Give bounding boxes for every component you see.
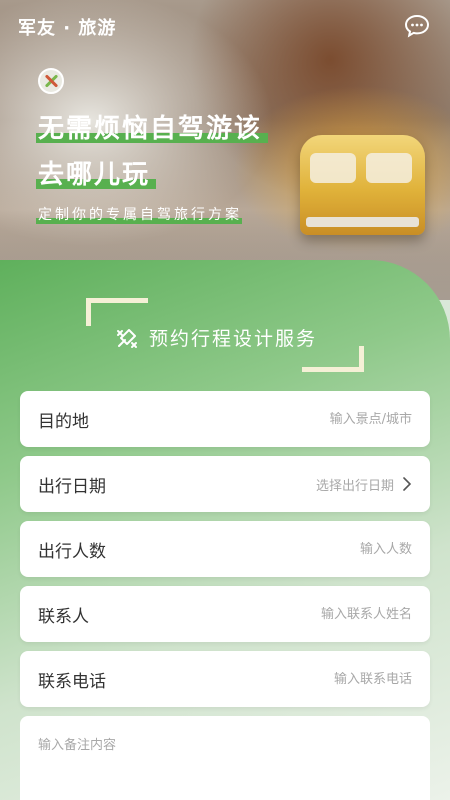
phone-input[interactable] bbox=[106, 671, 412, 687]
service-title: 预约行程设计服务 bbox=[115, 324, 317, 351]
people-label: 出行人数 bbox=[38, 541, 106, 562]
phone-label: 联系电话 bbox=[38, 671, 106, 692]
contact-input[interactable] bbox=[89, 606, 412, 622]
date-label: 出行日期 bbox=[38, 476, 106, 497]
destination-input[interactable] bbox=[89, 411, 412, 427]
headline-line2: 去哪儿玩 bbox=[35, 154, 157, 191]
contact-label: 联系人 bbox=[38, 606, 89, 627]
title-bracket-left bbox=[86, 298, 148, 326]
notes-textarea[interactable] bbox=[38, 734, 412, 800]
notes-field[interactable] bbox=[20, 716, 430, 800]
brand-x-logo bbox=[38, 68, 64, 94]
people-input[interactable] bbox=[106, 541, 412, 557]
headline-line1: 无需烦恼自驾游该 bbox=[35, 108, 269, 145]
chat-bubble-icon[interactable] bbox=[404, 14, 430, 38]
brand-title: 军友 · 旅游 bbox=[18, 18, 117, 39]
contact-field[interactable]: 联系人 bbox=[20, 586, 430, 642]
headline-text-2: 去哪儿玩 bbox=[35, 154, 157, 191]
destination-field[interactable]: 目的地 bbox=[20, 391, 430, 447]
headline-text-1: 无需烦恼自驾游该 bbox=[35, 108, 269, 145]
route-pencil-icon bbox=[117, 328, 137, 348]
people-field[interactable]: 出行人数 bbox=[20, 521, 430, 577]
service-title-text: 预约行程设计服务 bbox=[149, 328, 318, 350]
chevron-right-icon bbox=[403, 477, 412, 491]
date-picker-placeholder[interactable]: 选择出行日期 bbox=[106, 475, 394, 494]
destination-label: 目的地 bbox=[38, 411, 89, 432]
van-illustration bbox=[300, 135, 425, 235]
hero-banner bbox=[0, 0, 450, 300]
hero-subtitle: 定制你的专属自驾旅行方案 bbox=[36, 204, 242, 224]
date-field[interactable]: 出行日期 选择出行日期 bbox=[20, 456, 430, 512]
phone-field[interactable]: 联系电话 bbox=[20, 651, 430, 707]
